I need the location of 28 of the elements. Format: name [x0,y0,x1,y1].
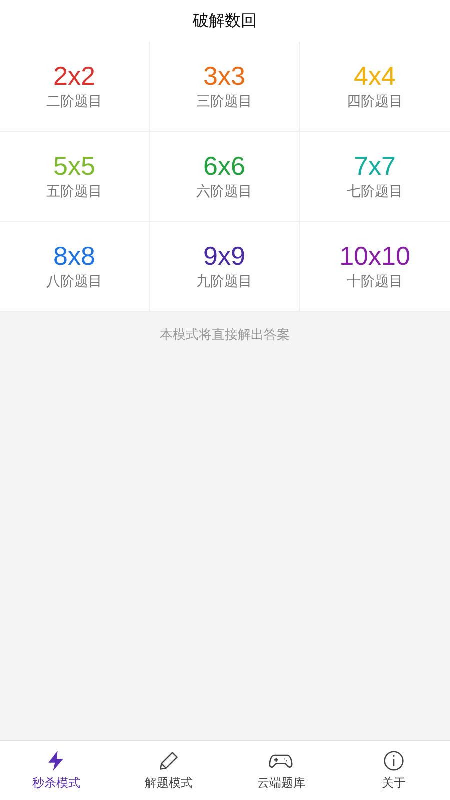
level-tile[interactable]: 3x3 三阶题目 [150,42,300,132]
level-label: 九阶题目 [196,272,252,291]
level-label: 六阶题目 [196,182,252,201]
grid-size: 2x2 [54,62,96,91]
level-tile[interactable]: 6x6 六阶题目 [150,132,300,222]
level-tile[interactable]: 2x2 二阶题目 [0,42,150,132]
level-label: 三阶题目 [196,92,252,111]
grid-size: 9x9 [204,242,246,271]
grid-size: 3x3 [204,62,246,91]
grid-size: 5x5 [54,152,96,181]
level-label: 二阶题目 [46,92,102,111]
grid-size: 4x4 [354,62,396,91]
grid-size: 6x6 [204,152,246,181]
info-icon [382,750,405,772]
level-tile[interactable]: 5x5 五阶题目 [0,132,150,222]
grid-size: 7x7 [354,152,396,181]
grid-size: 8x8 [54,242,96,271]
level-label: 七阶题目 [347,182,403,201]
pencil-icon [158,750,180,772]
level-tile[interactable]: 9x9 九阶题目 [150,222,300,312]
level-label: 八阶题目 [46,272,102,291]
grid-size: 10x10 [340,242,410,271]
level-label: 十阶题目 [347,272,403,291]
app-title: 破解数回 [193,10,257,32]
level-tile[interactable]: 8x8 八阶题目 [0,222,150,312]
level-label: 四阶题目 [347,92,403,111]
level-label: 五阶题目 [46,182,102,201]
mode-note: 本模式将直接解出答案 [160,328,290,343]
